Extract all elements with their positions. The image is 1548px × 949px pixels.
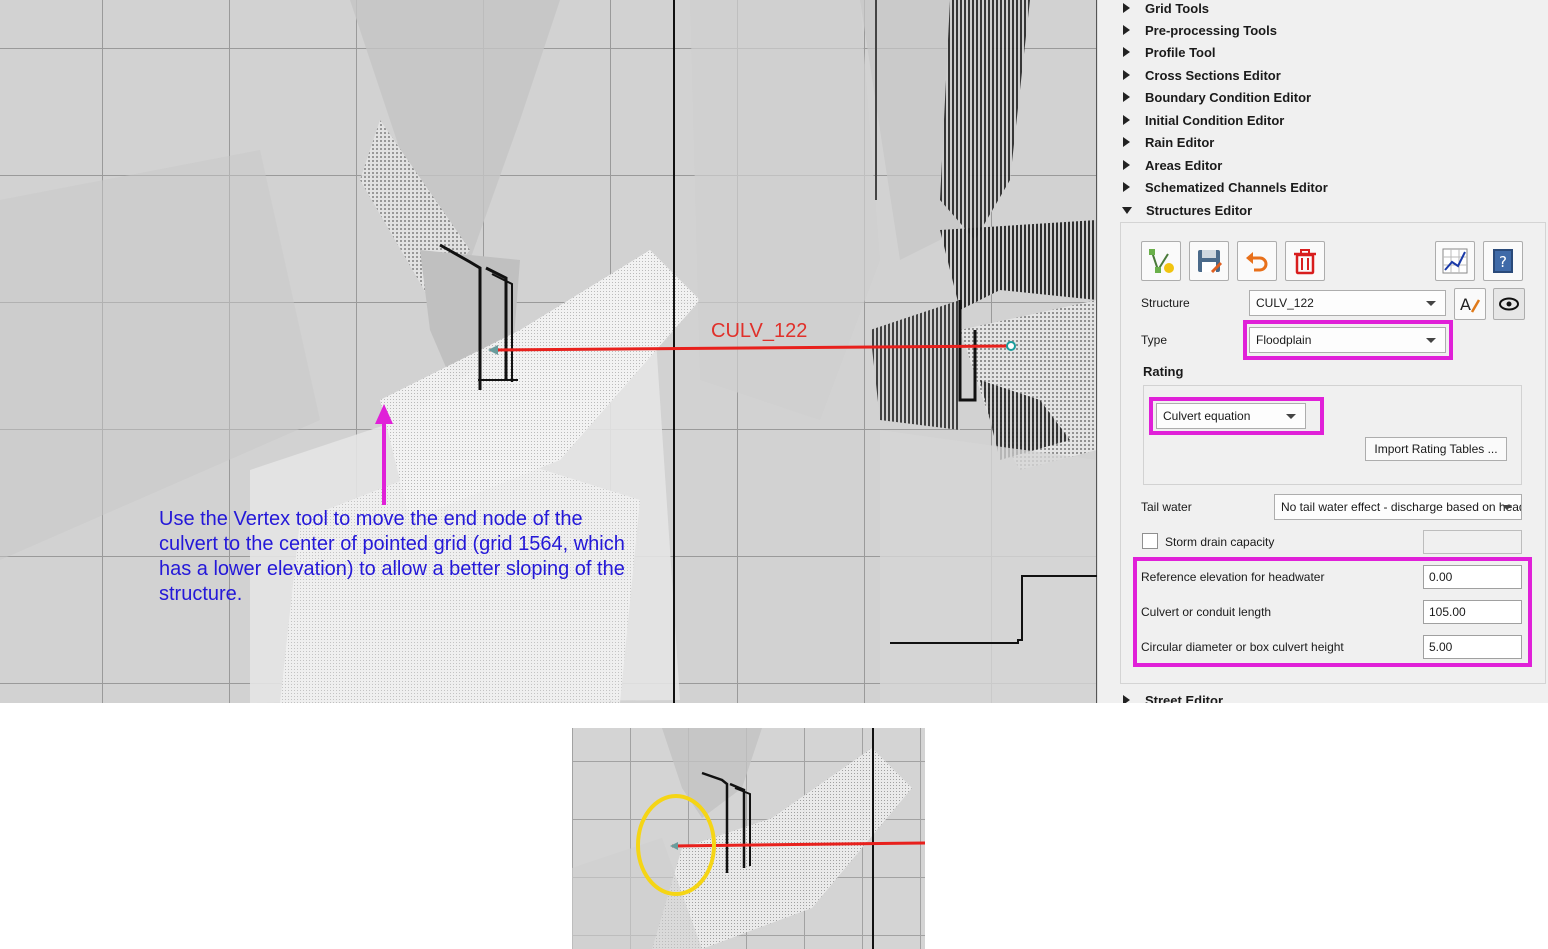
structure-label: Structure: [1141, 296, 1190, 310]
inset-terrain: [572, 728, 925, 949]
map-canvas[interactable]: CULV_122 Use the Vertex tool to move the…: [0, 0, 1097, 703]
zoom-inset: [572, 728, 925, 949]
undo-icon: [1246, 252, 1268, 272]
tree-item-preprocessing-tools[interactable]: Pre-processing Tools: [1098, 19, 1538, 41]
tree-item-structures-editor[interactable]: Structures Editor: [1098, 199, 1538, 221]
expand-arrow-icon[interactable]: [1123, 3, 1130, 13]
tree-item-label: Initial Condition Editor: [1145, 112, 1285, 128]
expand-arrow-icon[interactable]: [1123, 47, 1130, 57]
tree-item-label: Pre-processing Tools: [1145, 22, 1277, 38]
structure-value: CULV_122: [1256, 296, 1314, 310]
tree-item-label: Areas Editor: [1145, 157, 1223, 173]
chevron-down-icon: [1502, 505, 1512, 510]
culvert-length-field[interactable]: 105.00: [1423, 600, 1522, 624]
storm-drain-field[interactable]: [1423, 530, 1522, 554]
rating-heading: Rating: [1143, 364, 1184, 379]
tree-item-schematized-channels-editor[interactable]: Schematized Channels Editor: [1098, 176, 1538, 198]
tree-item-label: Street Editor: [1145, 692, 1224, 704]
tree-item-label: Schematized Channels Editor: [1145, 179, 1328, 195]
tree-item-rain-editor[interactable]: Rain Editor: [1098, 131, 1538, 153]
storm-drain-label: Storm drain capacity: [1165, 535, 1275, 549]
tree-item-label: Rain Editor: [1145, 134, 1215, 150]
eye-icon: [1499, 297, 1519, 311]
delete-icon: [1294, 249, 1316, 275]
rating-highlight: [1149, 397, 1324, 435]
tree-item-label: Structures Editor: [1146, 202, 1253, 218]
instruction-annotation: Use the Vertex tool to move the end node…: [159, 508, 625, 605]
tree-item-boundary-condition-editor[interactable]: Boundary Condition Editor: [1098, 86, 1538, 108]
undo-button[interactable]: [1237, 241, 1277, 281]
add-structure-icon: [1149, 249, 1174, 273]
expand-arrow-icon[interactable]: [1123, 160, 1130, 170]
profile-button[interactable]: [1435, 241, 1475, 281]
chevron-down-icon: [1426, 301, 1436, 306]
expand-arrow-icon[interactable]: [1123, 182, 1130, 192]
tree-item-initial-condition-editor[interactable]: Initial Condition Editor: [1098, 109, 1538, 131]
profile-icon: [1442, 248, 1468, 274]
culvert-height-field[interactable]: 5.00: [1423, 635, 1522, 659]
culvert-height-label: Circular diameter or box culvert height: [1141, 640, 1344, 654]
type-highlight: [1243, 320, 1453, 360]
tree-item-profile-tool[interactable]: Profile Tool: [1098, 41, 1538, 63]
rename-button[interactable]: A: [1454, 288, 1486, 320]
structure-select[interactable]: CULV_122: [1249, 290, 1446, 316]
svg-text:A: A: [1460, 295, 1471, 314]
type-label: Type: [1141, 333, 1168, 347]
help-button[interactable]: ?: [1483, 241, 1523, 281]
add-structure-button[interactable]: [1141, 241, 1181, 281]
save-icon: [1198, 250, 1223, 274]
culvert-length-label: Culvert or conduit length: [1141, 605, 1272, 619]
storm-drain-checkbox[interactable]: [1142, 533, 1158, 549]
tree-item-label: Boundary Condition Editor: [1145, 89, 1312, 105]
tree-item-areas-editor[interactable]: Areas Editor: [1098, 154, 1538, 176]
expand-arrow-icon[interactable]: [1123, 695, 1130, 703]
tail-water-select[interactable]: No tail water effect - discharge based o…: [1274, 494, 1522, 520]
delete-button[interactable]: [1285, 241, 1325, 281]
save-button[interactable]: [1189, 241, 1229, 281]
tree-item-label: Cross Sections Editor: [1145, 67, 1281, 83]
import-rating-tables-button[interactable]: Import Rating Tables ...: [1365, 437, 1507, 461]
tree-item-grid-tools[interactable]: Grid Tools: [1098, 0, 1538, 19]
expand-arrow-icon[interactable]: [1123, 92, 1130, 102]
expand-arrow-icon[interactable]: [1123, 115, 1130, 125]
visibility-button[interactable]: [1493, 288, 1525, 320]
expand-arrow-icon[interactable]: [1123, 70, 1130, 80]
tail-water-value: No tail water effect - discharge based o…: [1281, 500, 1521, 514]
tree-item-cross-sections-editor[interactable]: Cross Sections Editor: [1098, 64, 1538, 86]
svg-text:?: ?: [1499, 253, 1507, 271]
help-icon: ?: [1493, 249, 1513, 273]
tail-water-label: Tail water: [1141, 500, 1192, 514]
reference-elevation-label: Reference elevation for headwater: [1141, 570, 1325, 584]
reference-elevation-field[interactable]: 0.00: [1423, 565, 1522, 589]
rename-icon: A: [1460, 295, 1481, 314]
flo2d-panel: Grid Tools Pre-processing Tools Profile …: [1097, 0, 1548, 703]
expand-arrow-icon[interactable]: [1123, 25, 1130, 35]
tree-item-label: Grid Tools: [1145, 0, 1210, 16]
tree-item-label: Profile Tool: [1145, 44, 1216, 60]
tree-item-street-editor[interactable]: Street Editor: [1098, 689, 1538, 703]
expand-arrow-icon[interactable]: [1123, 137, 1130, 147]
culvert-label: CULV_122: [711, 320, 808, 342]
collapse-arrow-icon[interactable]: [1122, 206, 1132, 214]
